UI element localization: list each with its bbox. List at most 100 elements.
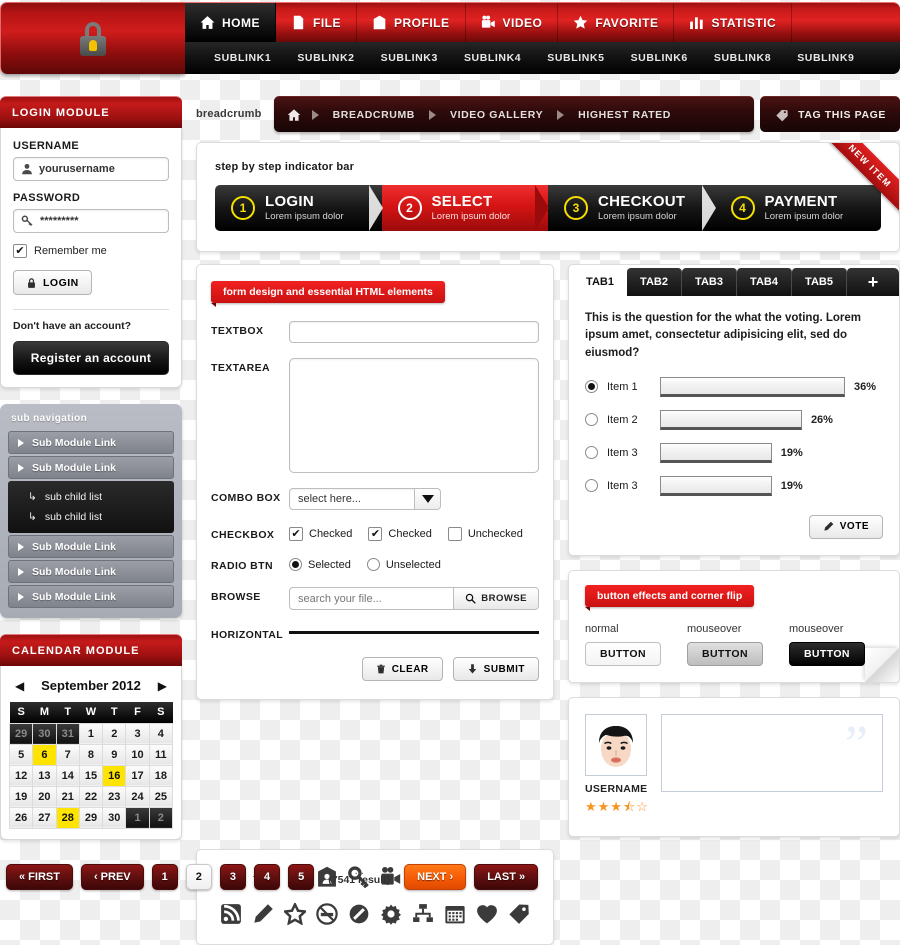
calendar-day[interactable]: 25 bbox=[148, 785, 174, 808]
radio-circle[interactable] bbox=[366, 558, 380, 571]
calendar-day[interactable]: 27 bbox=[32, 806, 57, 829]
calendar-day[interactable]: 12 bbox=[8, 764, 34, 787]
sub-module-link[interactable]: Sub Module Link bbox=[8, 585, 174, 608]
calendar-day[interactable]: 15 bbox=[78, 764, 104, 787]
calendar-day[interactable]: 18 bbox=[148, 764, 174, 787]
calendar-day[interactable]: 13 bbox=[32, 764, 57, 787]
calendar-day[interactable]: 29 bbox=[8, 722, 34, 745]
tab-tab3[interactable]: TAB3 bbox=[682, 268, 737, 296]
sublink-6[interactable]: SUBLINK6 bbox=[618, 52, 701, 64]
sub-child-list-item[interactable]: ↳ sub child list bbox=[8, 507, 174, 527]
rss-icon[interactable] bbox=[220, 903, 242, 928]
calendar-day[interactable]: 30 bbox=[102, 806, 127, 829]
pagination-next[interactable]: NEXT › bbox=[404, 864, 467, 890]
sublink-8[interactable]: SUBLINK9 bbox=[784, 52, 867, 64]
calendar-day[interactable]: 4 bbox=[148, 722, 174, 745]
heart-icon[interactable] bbox=[476, 903, 498, 928]
register-button[interactable]: Register an account bbox=[13, 341, 169, 375]
demo-button-1[interactable]: BUTTON bbox=[686, 641, 763, 666]
calendar-icon[interactable] bbox=[444, 903, 466, 928]
sublink-5[interactable]: SUBLINK5 bbox=[534, 52, 617, 64]
checkbox-box[interactable]: ✔ bbox=[289, 527, 303, 541]
calendar-day[interactable]: 5 bbox=[8, 743, 34, 766]
tab-tab4[interactable]: TAB4 bbox=[737, 268, 792, 296]
corner-flip[interactable] bbox=[865, 647, 899, 682]
step-item[interactable]: 1 LOGIN Lorem ipsum dolor bbox=[215, 185, 382, 231]
form-radio-item[interactable]: Selected bbox=[289, 558, 351, 571]
calendar-day[interactable]: 7 bbox=[55, 743, 80, 766]
poll-radio[interactable] bbox=[585, 413, 598, 427]
demo-button-0[interactable]: BUTTON bbox=[585, 641, 661, 666]
tag-this-page-button[interactable]: TAG THIS PAGE bbox=[760, 96, 900, 132]
calendar-day[interactable]: 1 bbox=[78, 722, 104, 745]
pencil-icon[interactable] bbox=[252, 903, 274, 928]
login-button[interactable]: LOGIN bbox=[13, 270, 92, 295]
add-tab-button[interactable]: + bbox=[847, 268, 899, 296]
sub-module-link[interactable]: Sub Module Link bbox=[8, 535, 174, 558]
pagination-last[interactable]: LAST » bbox=[474, 864, 539, 890]
vote-button[interactable]: VOTE bbox=[808, 514, 883, 539]
sub-module-link[interactable]: Sub Module Link bbox=[8, 431, 174, 454]
sublink-7[interactable]: SUBLINK8 bbox=[701, 52, 784, 64]
calendar-day[interactable]: 31 bbox=[55, 722, 80, 745]
chevron-down-icon[interactable] bbox=[414, 489, 440, 509]
form-radio-item[interactable]: Unselected bbox=[366, 558, 441, 571]
submit-button[interactable]: SUBMIT bbox=[452, 657, 539, 681]
pagination-page-1[interactable]: 1 bbox=[151, 864, 178, 890]
calendar-day[interactable]: 3 bbox=[125, 722, 150, 745]
remember-me-row[interactable]: ✔ Remember me bbox=[13, 244, 169, 258]
demo-button-2[interactable]: BUTTON bbox=[788, 641, 865, 666]
pagination-page-4[interactable]: 4 bbox=[254, 864, 281, 890]
step-item[interactable]: 2 SELECT Lorem ipsum dolor bbox=[381, 185, 549, 231]
step-item[interactable]: 3 CHECKOUT Lorem ipsum dolor bbox=[548, 185, 715, 231]
step-item[interactable]: 4 PAYMENT Lorem ipsum dolor bbox=[715, 185, 882, 231]
poll-radio[interactable] bbox=[585, 479, 598, 493]
calendar-day[interactable]: 2 bbox=[102, 722, 127, 745]
calendar-day[interactable]: 6 bbox=[32, 743, 57, 766]
checkbox-box[interactable]: ✔ bbox=[368, 527, 383, 541]
sitemap-icon[interactable] bbox=[412, 903, 434, 928]
sublink-2[interactable]: SUBLINK2 bbox=[284, 52, 367, 64]
pagination-page-5[interactable]: 5 bbox=[288, 864, 315, 890]
calendar-day[interactable]: 26 bbox=[8, 806, 34, 829]
breadcrumb-item[interactable]: VIDEO GALLERY bbox=[446, 109, 547, 121]
password-input[interactable]: ********* bbox=[13, 209, 169, 233]
textarea-input[interactable] bbox=[289, 358, 539, 473]
calendar-day[interactable]: 9 bbox=[102, 743, 127, 766]
form-checkbox-item[interactable]: Unchecked bbox=[447, 527, 523, 541]
form-checkbox-item[interactable]: ✔ Checked bbox=[368, 527, 432, 541]
nav-item-profile[interactable]: PROFILE bbox=[357, 3, 466, 42]
calendar-day[interactable]: 24 bbox=[125, 785, 150, 808]
calendar-day[interactable]: 29 bbox=[78, 806, 104, 829]
calendar-day[interactable]: 30 bbox=[32, 722, 57, 745]
calendar-day[interactable]: 17 bbox=[125, 764, 150, 787]
pagination-page-2[interactable]: 2 bbox=[185, 864, 212, 890]
calendar-day[interactable]: 1 bbox=[125, 806, 150, 829]
calendar-day[interactable]: 21 bbox=[55, 785, 80, 808]
calendar-day[interactable]: 10 bbox=[125, 743, 150, 766]
sub-module-link[interactable]: Sub Module Link bbox=[8, 560, 174, 583]
nav-item-statistic[interactable]: STATISTIC bbox=[674, 3, 793, 42]
tag-icon[interactable] bbox=[508, 903, 530, 928]
calendar-day[interactable]: 23 bbox=[102, 785, 127, 808]
sub-child-list-item[interactable]: ↳ sub child list bbox=[8, 487, 174, 507]
calendar-day[interactable]: 11 bbox=[148, 743, 174, 766]
checkbox-box[interactable] bbox=[447, 527, 462, 541]
poll-radio[interactable] bbox=[585, 446, 598, 460]
poll-option[interactable]: Item 1 36% bbox=[585, 376, 883, 397]
clear-button[interactable]: CLEAR bbox=[361, 657, 443, 681]
browse-field[interactable]: search your file... BROWSE bbox=[289, 587, 539, 610]
calendar-day[interactable]: 16 bbox=[102, 764, 127, 787]
calendar-day[interactable]: 2 bbox=[148, 806, 174, 829]
nav-item-favorite[interactable]: FAVORITE bbox=[558, 3, 675, 42]
sub-module-link[interactable]: Sub Module Link bbox=[8, 456, 174, 479]
nav-item-video[interactable]: VIDEO bbox=[466, 3, 559, 42]
sublink-3[interactable]: SUBLINK3 bbox=[368, 52, 451, 64]
breadcrumb-item[interactable]: HIGHEST RATED bbox=[574, 109, 675, 121]
sublink-4[interactable]: SUBLINK4 bbox=[451, 52, 534, 64]
nav-item-home[interactable]: HOME bbox=[185, 3, 276, 42]
remember-me-checkbox[interactable]: ✔ bbox=[13, 244, 27, 258]
username-input[interactable]: yourusername bbox=[13, 157, 169, 181]
calendar-day[interactable]: 14 bbox=[55, 764, 80, 787]
tab-tab1[interactable]: TAB1 bbox=[573, 268, 627, 296]
